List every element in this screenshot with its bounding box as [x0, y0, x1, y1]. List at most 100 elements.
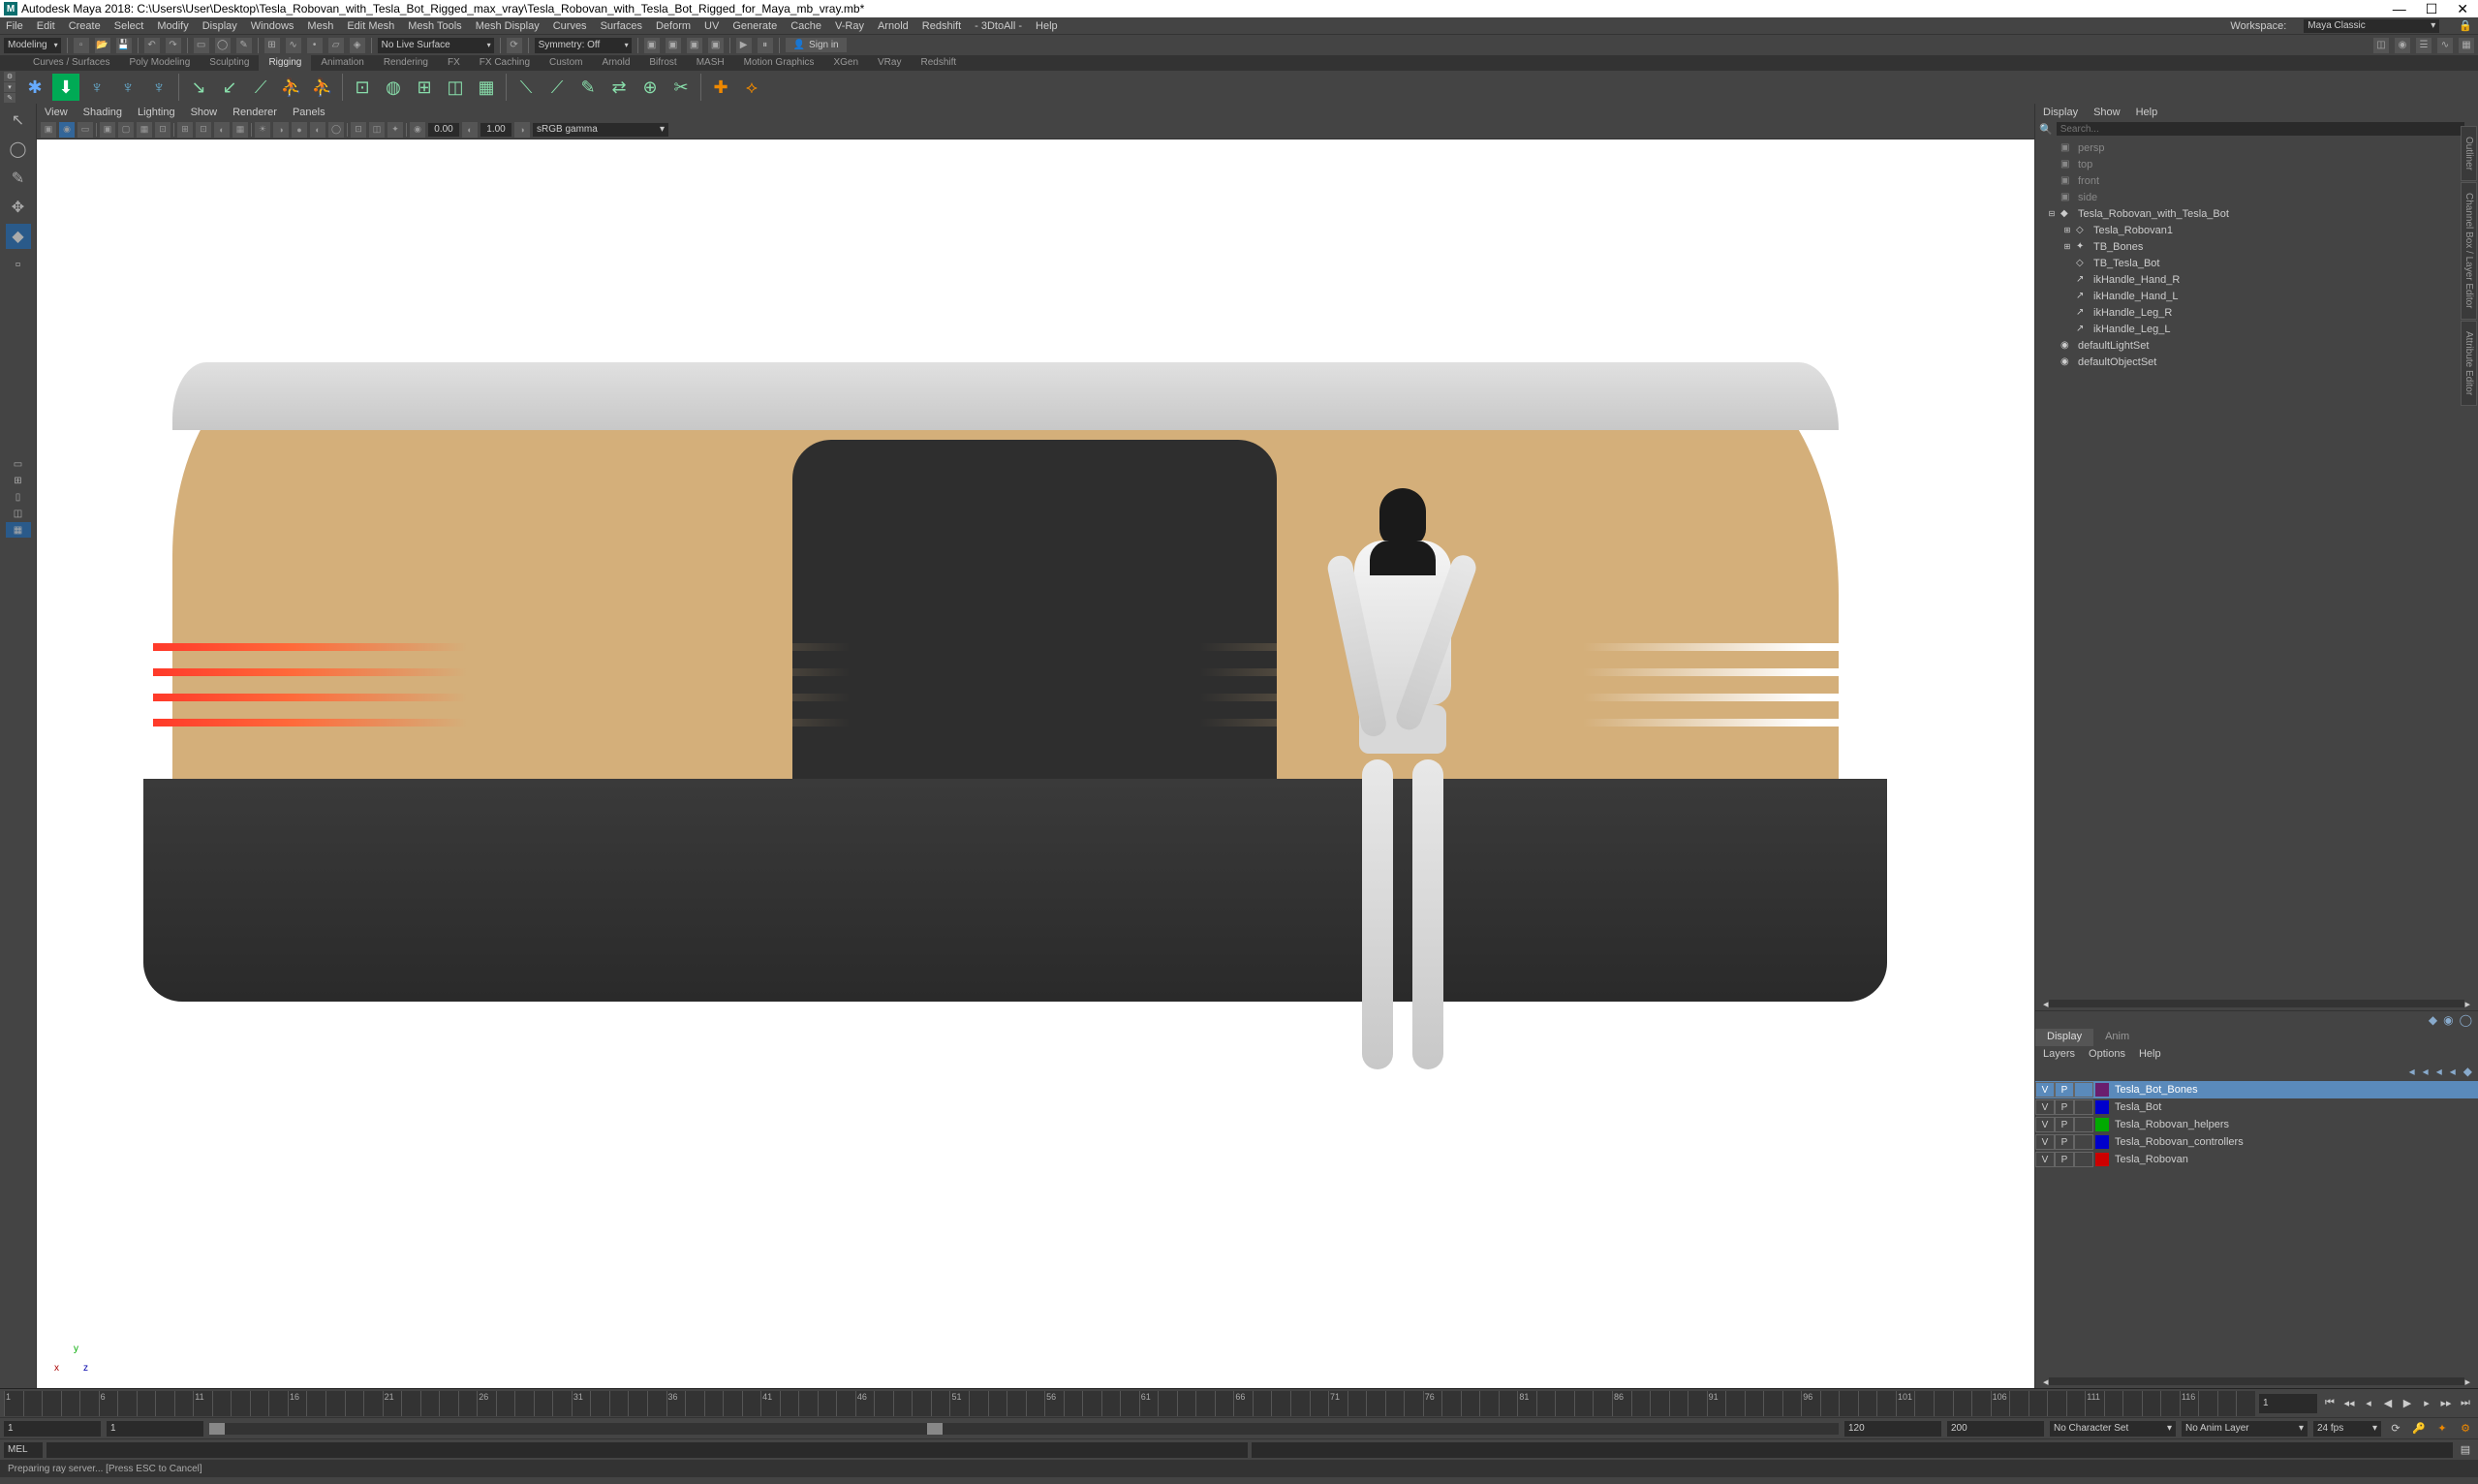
layout-four-icon[interactable]: ⊞ — [6, 473, 31, 488]
layer-row-Tesla_Robovan_controllers[interactable]: VPTesla_Robovan_controllers — [2035, 1133, 2478, 1151]
menu-arnold[interactable]: Arnold — [878, 20, 909, 32]
range-end-field[interactable] — [1947, 1421, 2044, 1437]
layer-btn-2[interactable]: ◂ — [2423, 1065, 2429, 1078]
lasso-icon[interactable]: ◯ — [215, 38, 231, 53]
view-film-gate-icon[interactable]: ▣ — [100, 122, 115, 138]
shelf-tab-fx-caching[interactable]: FX Caching — [470, 55, 540, 71]
fps-dropdown[interactable]: 24 fps▾ — [2313, 1421, 2381, 1437]
go-start-icon[interactable]: ⏮ — [2321, 1395, 2339, 1412]
snap-live-icon[interactable]: ◈ — [350, 38, 365, 53]
modeling-toolkit-icon[interactable]: ◫ — [2373, 38, 2389, 53]
view-aa-icon[interactable]: ◯ — [328, 122, 344, 138]
hypershade-icon[interactable]: ◉ — [2395, 38, 2410, 53]
ctrl-icon-3[interactable]: ◯ — [2460, 1013, 2472, 1027]
shelf-tab-bifrost[interactable]: Bifrost — [639, 55, 686, 71]
outliner-toggle-icon[interactable]: ☰ — [2416, 38, 2432, 53]
outliner-search-input[interactable] — [2057, 122, 2465, 136]
menu-deform[interactable]: Deform — [656, 20, 691, 32]
shelf-prune-icon[interactable]: ✂ — [667, 74, 695, 101]
outliner-item-defaultLightSet[interactable]: ◉defaultLightSet — [2039, 337, 2474, 354]
layer-btn-1[interactable]: ◂ — [2409, 1065, 2415, 1078]
anim-prefs-icon[interactable]: ⚙ — [2457, 1420, 2474, 1438]
layer-new-icon[interactable]: ◆ — [2463, 1065, 2472, 1078]
play-back-icon[interactable]: ◀ — [2379, 1395, 2397, 1412]
current-frame-field[interactable]: 1 — [2259, 1394, 2317, 1413]
time-slider[interactable]: 1 ⏮ ◂◂ ◂ ◀ ▶ ▸ ▸▸ ⏭ — [0, 1388, 2478, 1417]
view-shadows-icon[interactable]: ◑ — [273, 122, 289, 138]
shelf-ik-handle-icon[interactable]: ⟋ — [247, 74, 274, 101]
outliner-item-ikHandle_Leg_R[interactable]: ↗ikHandle_Leg_R — [2039, 304, 2474, 321]
next-key-icon[interactable]: ▸▸ — [2437, 1395, 2455, 1412]
view-xray-icon[interactable]: ◫ — [369, 122, 385, 138]
shelf-snowflake-icon[interactable]: ✱ — [21, 74, 48, 101]
menu-redshift[interactable]: Redshift — [922, 20, 961, 32]
paint-tool[interactable]: ✎ — [6, 166, 31, 191]
shelf-figure-icon[interactable]: ⛹ — [278, 74, 305, 101]
view-wireframe-icon[interactable]: ⊡ — [196, 122, 211, 138]
layer-row-Tesla_Bot[interactable]: VPTesla_Bot — [2035, 1098, 2478, 1116]
view-grid-icon[interactable]: ⊞ — [177, 122, 193, 138]
shelf-tab-rigging[interactable]: Rigging — [259, 55, 311, 71]
paint-select-icon[interactable]: ✎ — [236, 38, 252, 53]
shelf-tab-fx[interactable]: FX — [438, 55, 470, 71]
shelf-constraint-icon[interactable]: ⊡ — [349, 74, 376, 101]
menu-help[interactable]: Help — [1036, 20, 1058, 32]
menu-uv[interactable]: UV — [704, 20, 719, 32]
view-field-chart-icon[interactable]: ▦ — [137, 122, 152, 138]
script-lang-dropdown[interactable]: MEL — [4, 1442, 43, 1458]
lock-icon[interactable]: 🔒 — [2459, 19, 2472, 32]
outliner-item-front[interactable]: ▣front — [2039, 172, 2474, 189]
menu-file[interactable]: File — [6, 20, 23, 32]
select-mode-icon[interactable]: ▭ — [194, 38, 209, 53]
menu-generate[interactable]: Generate — [732, 20, 777, 32]
channel-box-tab[interactable]: Channel Box / Layer Editor — [2461, 182, 2477, 320]
shelf-blend-icon[interactable]: ▦ — [473, 74, 500, 101]
layers-hscroll[interactable]: ◂▸ — [2035, 1375, 2478, 1388]
menu-surfaces[interactable]: Surfaces — [601, 20, 642, 32]
layout-single-icon[interactable]: ▭ — [6, 456, 31, 472]
layers-menu-options[interactable]: Options — [2089, 1048, 2125, 1060]
view-motion-blur-icon[interactable]: ◐ — [310, 122, 325, 138]
outliner-hscroll[interactable]: ◂▸ — [2035, 997, 2478, 1010]
outliner-item-TB_Bones[interactable]: ⊞✦TB_Bones — [2039, 238, 2474, 255]
outliner-item-side[interactable]: ▣side — [2039, 189, 2474, 205]
loop-icon[interactable]: ⟳ — [2387, 1420, 2404, 1438]
outliner-item-top[interactable]: ▣top — [2039, 156, 2474, 172]
autokey-icon[interactable]: 🔑 — [2410, 1420, 2428, 1438]
view-isolate-icon[interactable]: ⊡ — [351, 122, 366, 138]
shelf-pose-icon[interactable]: ✚ — [707, 74, 734, 101]
close-button[interactable]: ✕ — [2457, 1, 2468, 17]
outliner-item-defaultObjectSet[interactable]: ◉defaultObjectSet — [2039, 354, 2474, 370]
outliner-item-ikHandle_Hand_L[interactable]: ↗ikHandle_Hand_L — [2039, 288, 2474, 304]
menu-v-ray[interactable]: V-Ray — [835, 20, 864, 32]
shelf-gear-icon[interactable]: ⚙ — [4, 72, 15, 81]
ctrl-icon-2[interactable]: ◉ — [2443, 1013, 2453, 1027]
view-menu-renderer[interactable]: Renderer — [232, 107, 277, 118]
menu-mesh[interactable]: Mesh — [307, 20, 333, 32]
shelf-tab-vray[interactable]: VRay — [868, 55, 911, 71]
shelf-joint2-icon[interactable]: ♆ — [145, 74, 172, 101]
shelf-cluster-icon[interactable]: ⊞ — [411, 74, 438, 101]
shelf-tab-xgen[interactable]: XGen — [823, 55, 868, 71]
go-end-icon[interactable]: ⏭ — [2457, 1395, 2474, 1412]
view-shaded-icon[interactable]: ◐ — [214, 122, 230, 138]
view-ao-icon[interactable]: ● — [292, 122, 307, 138]
playback-end-field[interactable] — [1844, 1421, 1941, 1437]
shelf-mirror-icon[interactable]: ⇄ — [605, 74, 633, 101]
shelf-lattice-icon[interactable]: ◍ — [380, 74, 407, 101]
view-xray-joint-icon[interactable]: ✦ — [387, 122, 403, 138]
viewport-canvas[interactable]: yxz — [37, 139, 2034, 1388]
step-back-icon[interactable]: ◂ — [2360, 1395, 2377, 1412]
view-bookmark-icon[interactable]: ◉ — [59, 122, 75, 138]
snap-curve-icon[interactable]: ∿ — [286, 38, 301, 53]
outliner-item-persp[interactable]: ▣persp — [2039, 139, 2474, 156]
render-settings-icon[interactable]: ▣ — [687, 38, 702, 53]
outliner-menu-display[interactable]: Display — [2043, 107, 2078, 118]
rotate-tool[interactable]: ◆ — [6, 224, 31, 249]
view-gamma-value[interactable] — [480, 123, 511, 137]
layout-two-icon[interactable]: ▯ — [6, 489, 31, 505]
step-forward-icon[interactable]: ▸ — [2418, 1395, 2435, 1412]
save-scene-icon[interactable]: 💾 — [116, 38, 132, 53]
play-forward-icon[interactable]: ▶ — [2399, 1395, 2416, 1412]
signin-button[interactable]: 👤 Sign in — [786, 38, 847, 52]
